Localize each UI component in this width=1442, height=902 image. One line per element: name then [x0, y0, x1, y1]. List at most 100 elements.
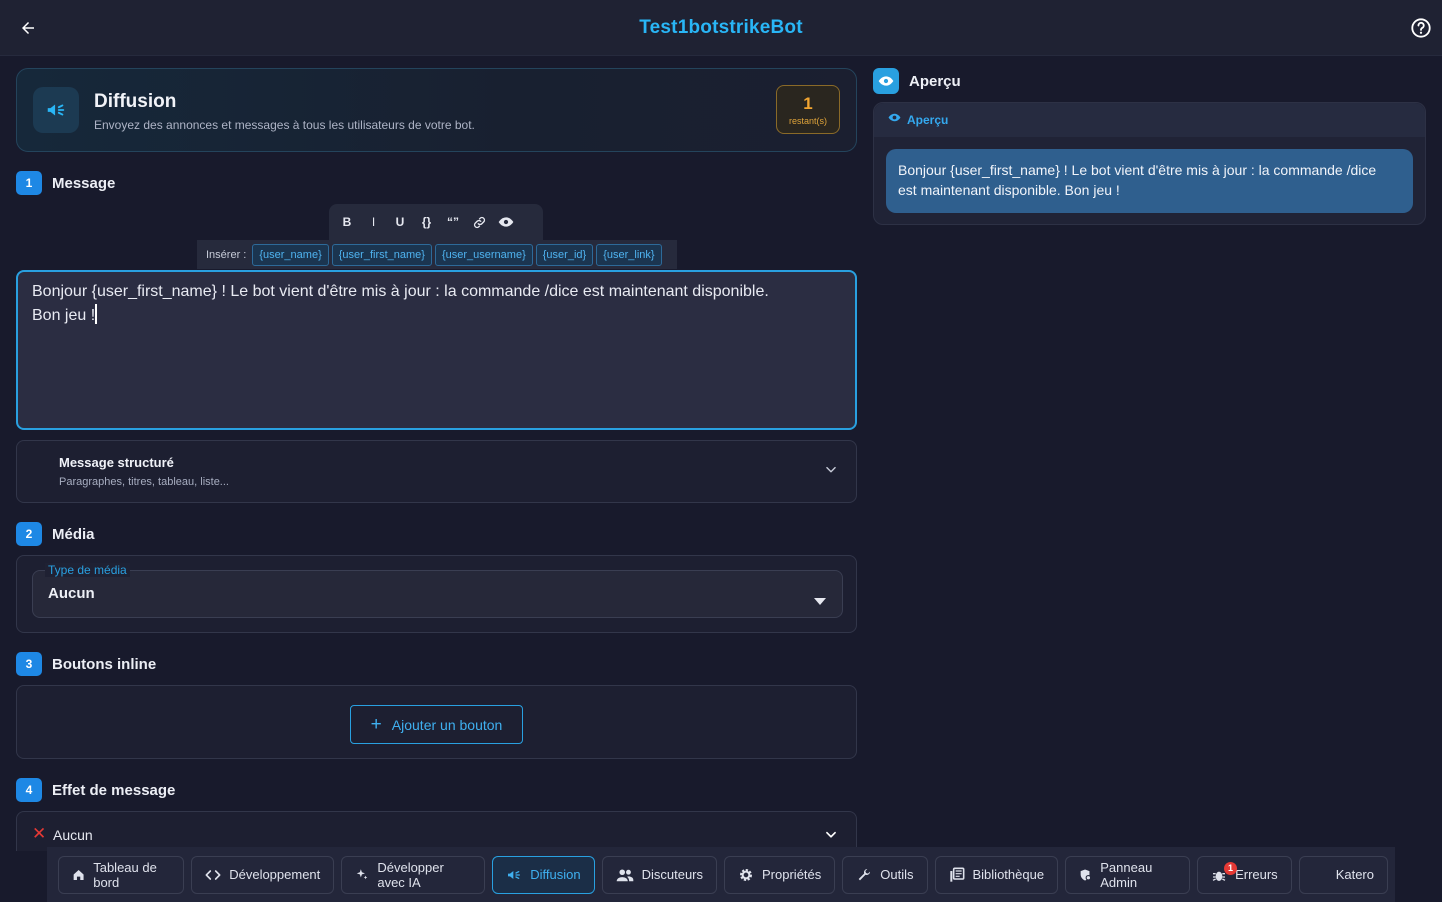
- remaining-quota-badge: 1 restant(s): [776, 85, 840, 134]
- nav-library[interactable]: Bibliothèque: [934, 855, 1059, 894]
- message-line: Bon jeu !: [32, 307, 96, 324]
- media-type-value: Aucun: [48, 585, 95, 602]
- nav-label: Tableau de bord: [93, 859, 157, 890]
- nav-dashboard[interactable]: Tableau de bord: [58, 855, 185, 894]
- nav-development[interactable]: Développement: [191, 855, 335, 894]
- section-effect-header: 4 Effet de message: [16, 778, 175, 802]
- message-effect-select[interactable]: ✕ Aucun: [16, 811, 857, 851]
- structured-message-title: Message structuré: [59, 455, 174, 470]
- preview-card-header: Aperçu: [874, 103, 1425, 137]
- dropdown-arrow-icon: [814, 592, 826, 610]
- preview-card-title: Aperçu: [907, 113, 949, 127]
- nav-katero[interactable]: Katero: [1298, 855, 1388, 894]
- nav-label: Erreurs: [1235, 867, 1278, 882]
- inline-buttons-card: + Ajouter un bouton: [16, 685, 857, 759]
- nav-label: Panneau Admin: [1100, 859, 1153, 890]
- section-number-badge: 4: [16, 778, 42, 802]
- megaphone-icon: [508, 870, 521, 879]
- section-title: Boutons inline: [52, 655, 157, 673]
- section-message-header: 1 Message: [16, 171, 115, 195]
- message-textarea[interactable]: Bonjour {user_first_name} ! Le bot vient…: [16, 270, 857, 430]
- section-media-header: 2 Média: [16, 522, 95, 546]
- formatting-toolbar: B I U {} “”: [329, 204, 543, 240]
- variable-chip[interactable]: {user_link}: [596, 243, 662, 266]
- megaphone-icon: [33, 87, 79, 133]
- underline-button[interactable]: U: [388, 210, 412, 234]
- section-number-badge: 2: [16, 522, 42, 546]
- nav-label: Bibliothèque: [972, 867, 1045, 882]
- variable-chip[interactable]: {user_first_name}: [331, 243, 432, 266]
- preview-card: Aperçu Bonjour {user_first_name} ! Le bo…: [873, 102, 1426, 225]
- add-button-button[interactable]: + Ajouter un bouton: [350, 705, 523, 744]
- code-button[interactable]: {}: [415, 210, 439, 234]
- preview-message-line: est maintenant disponible. Bon jeu !: [898, 182, 1120, 198]
- variable-chip[interactable]: {user_name}: [252, 243, 329, 266]
- message-line: Bonjour {user_first_name} ! Le bot vient…: [32, 283, 769, 300]
- users-icon: [616, 868, 633, 881]
- sparkle-icon: [357, 869, 368, 880]
- bot-title: Test1botstrikeBot: [639, 17, 803, 38]
- nav-label: Développement: [229, 867, 321, 882]
- remaining-label: restant(s): [788, 116, 827, 126]
- eye-icon: [873, 68, 899, 94]
- broadcast-header-card: Diffusion Envoyez des annonces et messag…: [16, 68, 857, 152]
- nav-admin-panel[interactable]: Panneau Admin: [1065, 855, 1191, 894]
- nav-broadcast[interactable]: Diffusion: [492, 855, 595, 894]
- nav-label: Discuteurs: [641, 867, 704, 882]
- spoiler-eye-icon[interactable]: [494, 210, 518, 234]
- nav-chatters[interactable]: Discuteurs: [601, 855, 718, 894]
- admin-shield-icon: [1080, 868, 1092, 881]
- media-type-label: Type de média: [45, 563, 130, 577]
- section-number-badge: 1: [16, 171, 42, 195]
- text-caret: [95, 304, 98, 324]
- gear-icon: [740, 868, 753, 881]
- top-app-bar: Test1botstrikeBot: [0, 0, 1442, 56]
- bold-button[interactable]: B: [335, 210, 359, 234]
- eye-icon: [888, 111, 901, 129]
- media-card: Type de média Aucun: [16, 555, 857, 633]
- code-icon: [205, 869, 221, 880]
- structured-message-subtitle: Paragraphes, titres, tableau, liste...: [59, 476, 229, 488]
- nav-errors[interactable]: 1 Erreurs: [1197, 855, 1292, 894]
- nav-tools[interactable]: Outils: [842, 855, 928, 894]
- section-title: Effet de message: [52, 781, 176, 799]
- bottom-navigation: Tableau de bord Développement Développer…: [47, 847, 1395, 902]
- library-icon: [949, 867, 964, 882]
- preview-section-header: Aperçu: [873, 68, 961, 94]
- preview-message-bubble: Bonjour {user_first_name} ! Le bot vient…: [886, 149, 1413, 213]
- section-title: Message: [52, 174, 116, 192]
- error-count-badge: 1: [1224, 861, 1238, 875]
- section-buttons-header: 3 Boutons inline: [16, 652, 156, 676]
- media-type-select[interactable]: Type de média Aucun: [32, 563, 843, 618]
- nav-label: Propriétés: [762, 867, 822, 882]
- cross-mark-icon: ✕: [32, 824, 47, 843]
- quote-button[interactable]: “”: [441, 210, 465, 234]
- plus-icon: +: [370, 714, 382, 735]
- nav-properties[interactable]: Propriétés: [724, 855, 836, 894]
- nav-develop-with-ai[interactable]: Développer avec IA: [341, 855, 486, 894]
- page-title: Diffusion: [94, 91, 177, 112]
- insert-label: Insérer :: [206, 248, 247, 261]
- section-title: Média: [52, 525, 95, 543]
- section-number-badge: 3: [16, 652, 42, 676]
- message-effect-value: Aucun: [53, 827, 93, 843]
- nav-label: Diffusion: [530, 867, 581, 882]
- help-circle-icon[interactable]: [1410, 17, 1432, 39]
- link-icon[interactable]: [468, 210, 492, 234]
- nav-label: Outils: [880, 867, 914, 882]
- page-subtitle: Envoyez des annonces et messages à tous …: [94, 118, 475, 132]
- home-icon: [73, 869, 84, 880]
- nav-label: Katero: [1335, 867, 1374, 882]
- variable-chip[interactable]: {user_id}: [535, 243, 594, 266]
- insert-variables-bar: Insérer : {user_name} {user_first_name} …: [197, 240, 677, 269]
- wrench-icon: [858, 868, 871, 880]
- structured-message-accordion[interactable]: Message structuré Paragraphes, titres, t…: [16, 440, 857, 503]
- variable-chip[interactable]: {user_username}: [434, 243, 533, 266]
- nav-label: Développer avec IA: [377, 859, 444, 890]
- chevron-down-icon: [824, 463, 838, 482]
- remaining-count: 1: [803, 94, 813, 113]
- chevron-down-icon: [824, 828, 838, 847]
- italic-button[interactable]: I: [362, 210, 386, 234]
- add-button-label: Ajouter un bouton: [391, 716, 503, 733]
- preview-section-title: Aperçu: [909, 72, 961, 90]
